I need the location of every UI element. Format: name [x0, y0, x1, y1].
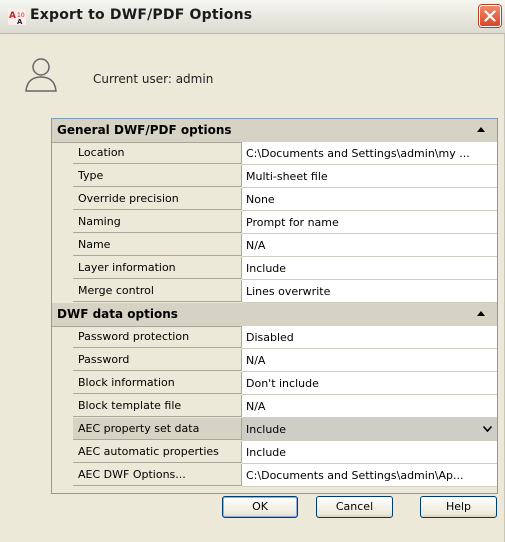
- collapse-up-icon[interactable]: [477, 311, 485, 316]
- option-row-password[interactable]: Password N/A: [73, 349, 497, 372]
- dropdown-arrow-icon[interactable]: [483, 426, 492, 432]
- cancel-button[interactable]: Cancel: [316, 496, 393, 518]
- option-label: AEC DWF Options...: [73, 464, 242, 486]
- option-label: Override precision: [73, 188, 242, 210]
- close-icon: [484, 10, 496, 22]
- dialog-title: Export to DWF/PDF Options: [30, 7, 253, 23]
- option-label: Type: [73, 165, 242, 187]
- option-label: Password protection: [73, 326, 242, 348]
- option-value[interactable]: Prompt for name: [242, 211, 497, 234]
- option-label: AEC automatic properties: [73, 441, 242, 463]
- option-value[interactable]: Include: [242, 441, 497, 464]
- section-title-general: General DWF/PDF options: [57, 123, 232, 137]
- option-value[interactable]: N/A: [242, 349, 497, 372]
- option-row-merge-control[interactable]: Merge control Lines overwrite: [73, 280, 497, 303]
- ok-button[interactable]: OK: [222, 496, 298, 518]
- option-value[interactable]: C:\Documents and Settings\admin\Ap...: [242, 464, 497, 487]
- collapse-up-icon[interactable]: [477, 127, 485, 132]
- option-label: AEC property set data: [73, 418, 242, 440]
- option-row-location[interactable]: Location C:\Documents and Settings\admin…: [73, 142, 497, 165]
- option-value[interactable]: Disabled: [242, 326, 497, 349]
- option-value[interactable]: Include: [242, 257, 497, 280]
- option-label: Password: [73, 349, 242, 371]
- option-label: Location: [73, 142, 242, 164]
- section-header-dwf-data[interactable]: DWF data options: [52, 303, 497, 327]
- autocad-app-icon: A 10 A: [8, 9, 26, 26]
- option-row-block-template-file[interactable]: Block template file N/A: [73, 395, 497, 418]
- section-title-dwf-data: DWF data options: [57, 307, 178, 321]
- section-header-general[interactable]: General DWF/PDF options: [52, 119, 497, 143]
- option-row-aec-automatic-properties[interactable]: AEC automatic properties Include: [73, 441, 497, 464]
- option-value[interactable]: N/A: [242, 234, 497, 257]
- option-row-naming[interactable]: Naming Prompt for name: [73, 211, 497, 234]
- current-user-label: Current user: admin: [93, 72, 214, 86]
- option-row-aec-dwf-options[interactable]: AEC DWF Options... C:\Documents and Sett…: [73, 464, 497, 487]
- dropdown-value: Include: [246, 423, 287, 436]
- option-row-aec-property-set-data[interactable]: AEC property set data Include: [73, 418, 497, 441]
- close-button[interactable]: [479, 5, 501, 27]
- option-value[interactable]: Don't include: [242, 372, 497, 395]
- option-label: Naming: [73, 211, 242, 233]
- user-icon: [24, 56, 58, 95]
- option-label: Block information: [73, 372, 242, 394]
- svg-text:A: A: [17, 18, 23, 25]
- option-label: Merge control: [73, 280, 242, 302]
- svg-text:A: A: [9, 11, 16, 21]
- option-value[interactable]: Multi-sheet file: [242, 165, 497, 188]
- option-label: Layer information: [73, 257, 242, 279]
- option-value[interactable]: None: [242, 188, 497, 211]
- option-value[interactable]: C:\Documents and Settings\admin\my ...: [242, 142, 497, 165]
- option-label: Name: [73, 234, 242, 256]
- option-row-name[interactable]: Name N/A: [73, 234, 497, 257]
- help-button[interactable]: Help: [420, 496, 497, 518]
- option-row-type[interactable]: Type Multi-sheet file: [73, 165, 497, 188]
- options-grid: General DWF/PDF options Location C:\Docu…: [51, 118, 498, 494]
- option-label: Block template file: [73, 395, 242, 417]
- title-bar: A 10 A Export to DWF/PDF Options: [0, 0, 505, 34]
- option-row-block-information[interactable]: Block information Don't include: [73, 372, 497, 395]
- option-value[interactable]: N/A: [242, 395, 497, 418]
- option-row-override-precision[interactable]: Override precision None: [73, 188, 497, 211]
- option-row-layer-information[interactable]: Layer information Include: [73, 257, 497, 280]
- option-row-password-protection[interactable]: Password protection Disabled: [73, 326, 497, 349]
- option-value-dropdown[interactable]: Include: [242, 418, 497, 441]
- option-value[interactable]: Lines overwrite: [242, 280, 497, 303]
- export-options-dialog: A 10 A Export to DWF/PDF Options Current…: [0, 0, 505, 542]
